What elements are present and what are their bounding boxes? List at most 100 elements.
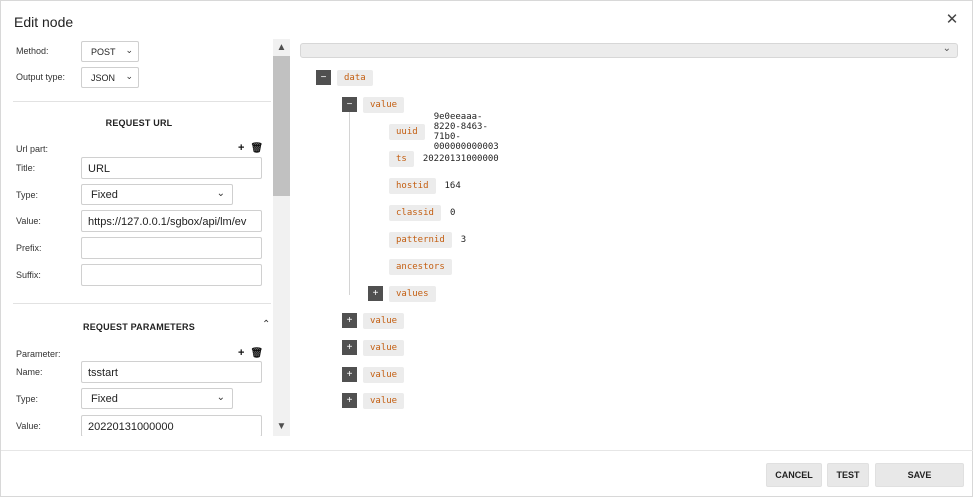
edit-node-dialog: Edit node ✕ Method: POST ⌄ Output type: … [0,0,973,497]
chevron-down-icon: ⌄ [125,71,133,81]
param-type-label: Type: [16,394,39,404]
url-title-input[interactable]: URL [81,157,262,179]
url-part-actions: + 🗑 [238,142,269,154]
tree-key: hostid [389,177,436,194]
url-type-row: Type: Fixed ⌄ [5,184,273,208]
expand-toggle[interactable]: + [342,313,357,328]
close-icon[interactable]: ✕ [945,12,959,28]
form-scrollbar-thumb[interactable] [273,56,290,196]
param-type-row: Type: Fixed ⌄ [5,388,273,412]
param-name-input[interactable]: tsstart [81,361,262,383]
output-type-row: Output type: JSON ⌄ [5,67,273,91]
tree-key: values [389,285,436,302]
tree-leaf: uuid 9e0eeaaa-8220-8463-71b0-00000000000… [389,112,499,152]
node-form-panel: Method: POST ⌄ Output type: JSON ⌄ REQUE… [5,39,290,436]
divider [13,101,271,102]
expand-toggle[interactable]: + [342,393,357,408]
output-type-value: JSON [91,73,116,83]
dialog-title: Edit node [14,14,74,30]
tree-node-value: − value [342,96,405,113]
url-part-label: Url part: [16,144,49,154]
tree-key: value [363,312,405,329]
tree-leaf: patternid 3 [389,231,466,248]
tree-key: patternid [389,231,452,248]
tree-value: 3 [460,234,467,245]
tree-node-value: + value [342,392,405,409]
tree-leaf: hostid 164 [389,177,461,194]
tree-value: 9e0eeaaa-8220-8463-71b0-000000000003 [433,111,499,152]
parameter-label: Parameter: [16,349,61,359]
tree-key: data [337,69,373,86]
chevron-down-icon: ⌄ [216,392,225,403]
tree-key: classid [389,204,441,221]
url-title-row: Title: URL [5,157,273,181]
url-type-value: Fixed [91,189,118,201]
param-value-input[interactable]: 20220131000000 [81,415,262,436]
tree-key: uuid [389,123,425,140]
add-url-part-icon[interactable]: + [238,142,244,154]
url-prefix-input[interactable] [81,237,262,259]
scroll-down-icon[interactable]: ▼ [273,419,290,434]
parameter-actions: + 🗑 [238,347,269,359]
delete-parameter-icon[interactable]: 🗑 [250,348,263,359]
request-url-heading: REQUEST URL [105,118,173,128]
delete-url-part-icon[interactable]: 🗑 [250,143,263,154]
url-prefix-row: Prefix: [5,237,273,261]
method-label: Method: [16,46,49,56]
tree-key: value [363,392,405,409]
param-name-label: Name: [16,367,43,377]
chevron-up-icon[interactable]: ⌃ [262,319,270,330]
tree-key: ancestors [389,258,452,275]
param-type-select[interactable]: Fixed ⌄ [81,388,233,409]
tree-node-value: + value [342,366,405,383]
cancel-button[interactable]: CANCEL [766,463,822,487]
tree-leaf: ts 20220131000000 [389,150,499,167]
save-button[interactable]: SAVE [875,463,964,487]
param-value-label: Value: [16,421,41,431]
expand-toggle[interactable]: + [342,340,357,355]
request-parameters-heading: REQUEST PARAMETERS [83,322,195,332]
url-prefix-label: Prefix: [16,243,42,253]
scroll-up-icon[interactable]: ▲ [273,40,290,55]
param-type-value: Fixed [91,393,118,405]
tree-value: 164 [444,180,461,191]
url-value-row: Value: https://127.0.0.1/sgbox/api/lm/ev [5,210,273,234]
footer-divider [1,450,973,451]
test-button[interactable]: TEST [827,463,869,487]
add-parameter-icon[interactable]: + [238,347,244,359]
tree-value: 0 [449,207,456,218]
tree-key: ts [389,150,414,167]
tree-node-value: + value [342,339,405,356]
tree-key: value [363,366,405,383]
url-suffix-input[interactable] [81,264,262,286]
method-row: Method: POST ⌄ [5,41,273,65]
tree-node-data: − data [316,69,373,86]
expand-toggle[interactable]: + [368,286,383,301]
output-type-select[interactable]: JSON ⌄ [81,67,139,88]
tree-key: value [363,339,405,356]
response-selector[interactable]: ⌄ [300,43,958,58]
collapse-toggle[interactable]: − [316,70,331,85]
method-select[interactable]: POST ⌄ [81,41,139,62]
url-title-label: Title: [16,163,36,173]
url-value-label: Value: [16,216,41,226]
param-name-row: Name: tsstart [5,361,273,385]
param-value-row: Value: 20220131000000 [5,415,273,436]
method-value: POST [91,47,116,57]
url-type-select[interactable]: Fixed ⌄ [81,184,233,205]
collapse-toggle[interactable]: − [342,97,357,112]
tree-node-values: + values [368,285,436,302]
chevron-down-icon: ⌄ [942,43,951,54]
chevron-down-icon: ⌄ [125,45,133,55]
output-type-label: Output type: [16,72,66,82]
tree-leaf: classid 0 [389,204,455,221]
tree-node-value: + value [342,312,405,329]
url-type-label: Type: [16,190,39,200]
url-value-input[interactable]: https://127.0.0.1/sgbox/api/lm/ev [81,210,262,232]
expand-toggle[interactable]: + [342,367,357,382]
tree-value: 20220131000000 [422,153,499,164]
url-suffix-row: Suffix: [5,264,273,288]
tree-guide [349,112,350,295]
tree-leaf: ancestors [389,258,452,275]
divider [13,303,271,304]
